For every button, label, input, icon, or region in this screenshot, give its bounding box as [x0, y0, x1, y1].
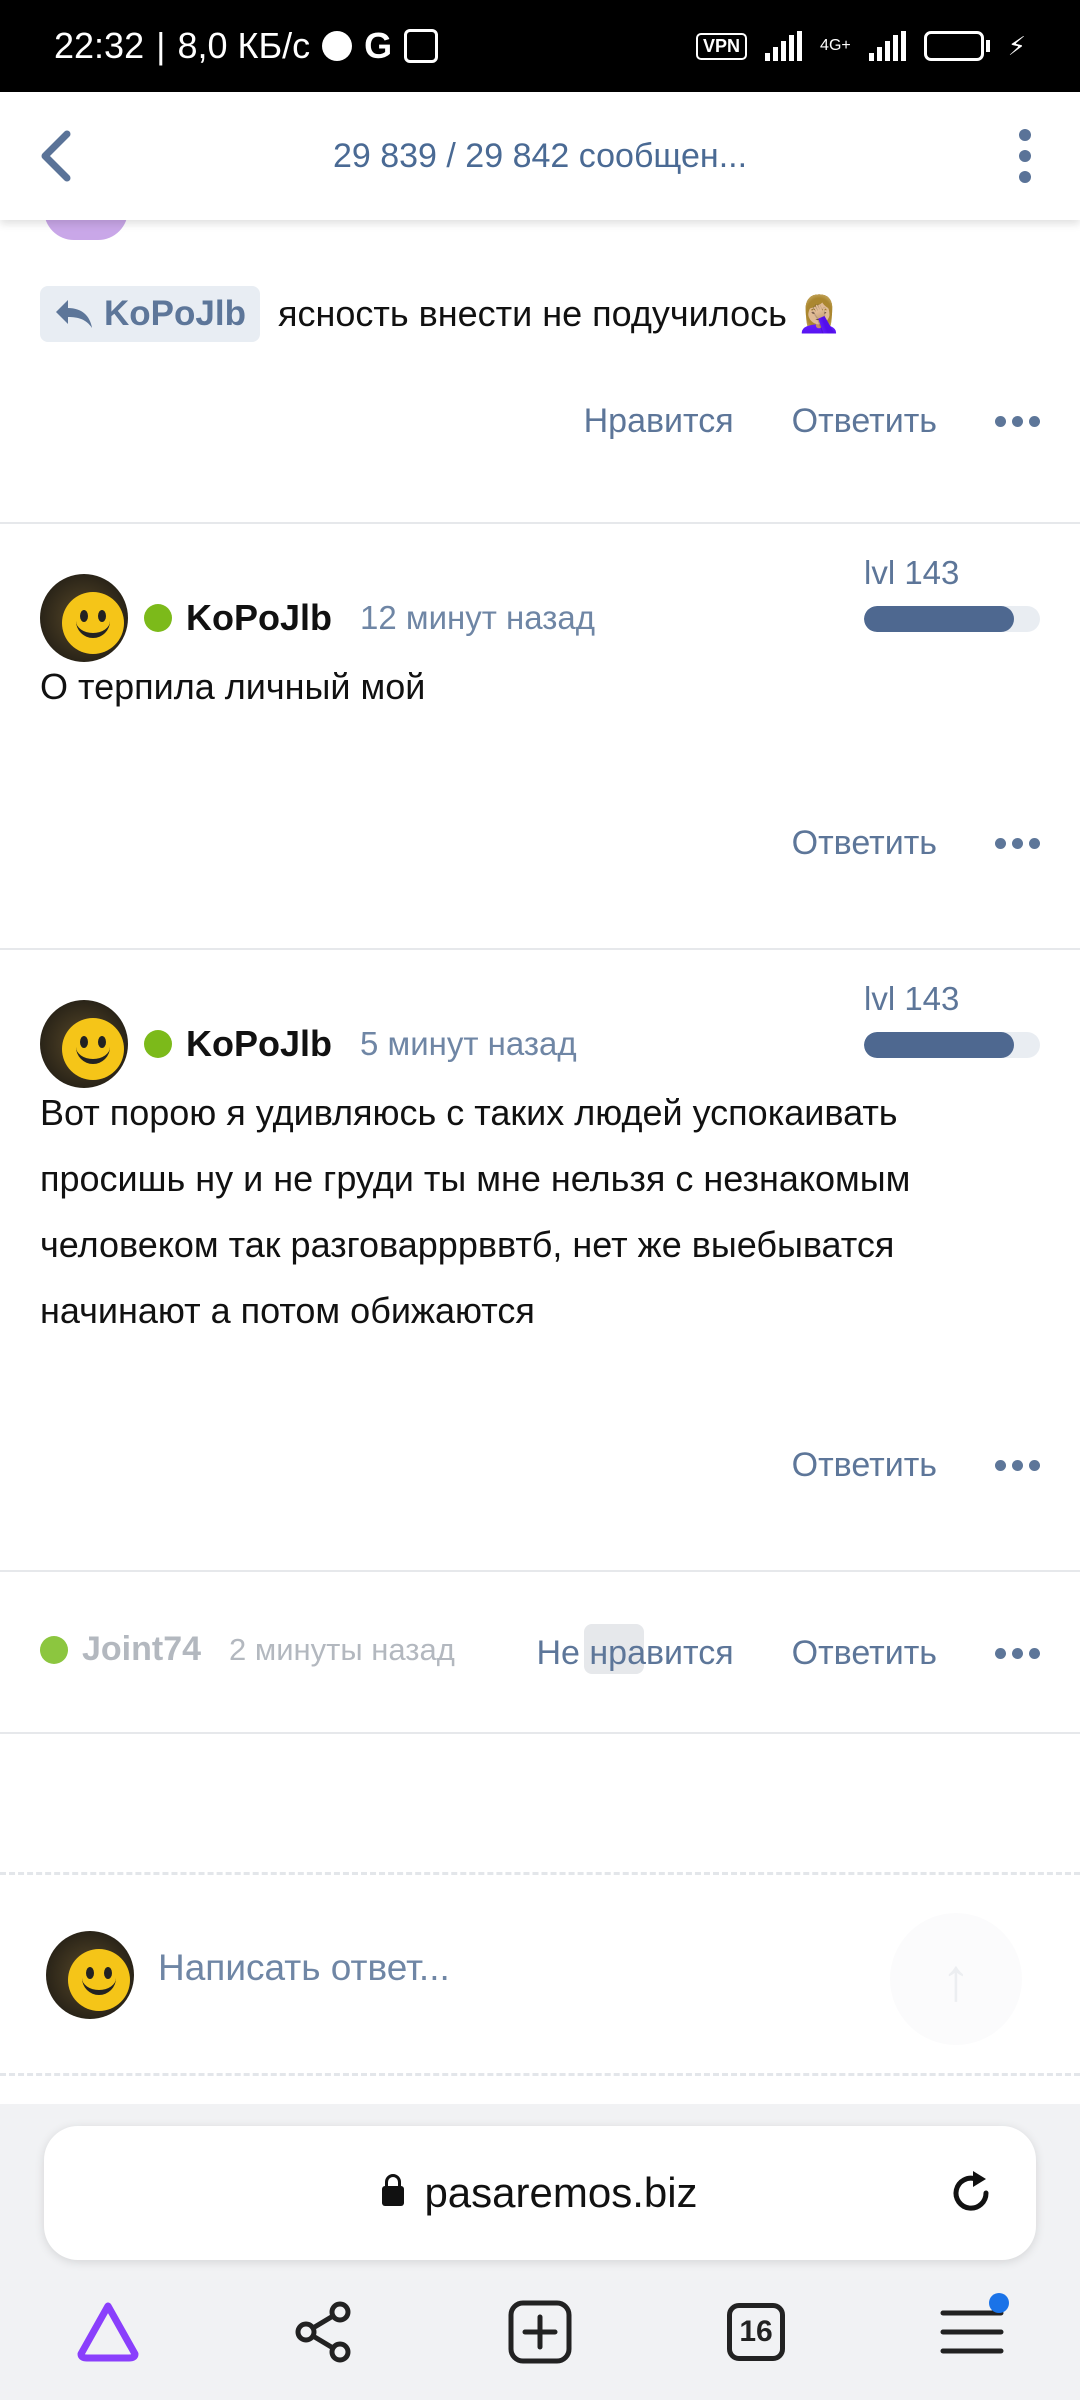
timestamp: 5 минут назад [360, 1025, 577, 1062]
notification-badge [989, 2293, 1009, 2313]
online-indicator-icon [144, 604, 172, 632]
avatar [46, 1931, 134, 2019]
avatar[interactable] [40, 574, 128, 662]
tabs-button[interactable]: 16 [711, 2287, 801, 2377]
level-progress-bar [864, 606, 1040, 632]
share-button[interactable] [279, 2287, 369, 2377]
share-icon [295, 2301, 351, 2363]
browser-toolbar: 16 [0, 2264, 1080, 2400]
reload-icon [953, 2171, 989, 2211]
more-options-icon[interactable] [995, 1460, 1040, 1471]
comment-item: KoPoJlb 5 минут назад lvl 143 Вот порою … [0, 950, 1080, 1572]
lock-icon [382, 2174, 405, 2206]
dislike-button[interactable]: Не нравится [536, 1624, 734, 1674]
status-bar: 22:32 | 8,0 КБ/с G VPN 4G+ 36 ⚡ [0, 0, 1080, 92]
new-tab-button[interactable] [495, 2287, 585, 2377]
battery-icon: 36 [923, 31, 990, 61]
reply-button[interactable]: Ответить [792, 1634, 937, 1673]
signal-icon [765, 31, 803, 61]
network-speed: 8,0 КБ/с [177, 25, 311, 66]
app-notification-icon [404, 29, 439, 63]
like-button[interactable]: Нравится [584, 402, 734, 441]
quoted-user-chip[interactable]: KoPoJlb [40, 286, 260, 342]
online-indicator-icon [40, 1635, 68, 1664]
reply-button[interactable]: Ответить [792, 1446, 937, 1485]
back-arrow-icon [41, 130, 71, 182]
reply-input[interactable]: Написать ответ... [158, 1947, 450, 1989]
clock: 22:32 [54, 25, 145, 66]
username[interactable]: KoPoJlb [186, 597, 332, 639]
arrow-up-icon: ↑ [941, 1945, 971, 2013]
comment-text: ясность внести не подучилось 🤦🏼‍♀️ [277, 293, 842, 334]
comment-item: KoPoJlb 12 минут назад lvl 143 О терпила… [0, 524, 1080, 950]
avatar[interactable] [40, 1000, 128, 1088]
address-bar[interactable]: pasaremos.biz [44, 2126, 1036, 2260]
back-button[interactable] [0, 92, 110, 220]
network-type: 4G+ [820, 37, 851, 54]
google-icon: G [364, 25, 393, 66]
timestamp: 2 минуты назад [229, 1631, 455, 1667]
topic-header: 29 839 / 29 842 сообщен... [0, 92, 1080, 220]
vpn-icon: VPN [696, 32, 748, 60]
plus-square-icon [508, 2300, 572, 2364]
url-text: pasaremos.biz [424, 2169, 698, 2216]
reply-button[interactable]: Ответить [792, 402, 937, 441]
level-indicator: lvl 143 [864, 554, 1040, 632]
tab-count: 16 [727, 2303, 785, 2361]
battery-level: 36 [943, 36, 964, 56]
reply-arrow-icon [56, 300, 92, 328]
comment-item: KoPoJlb ясность внести не подучилось 🤦🏼‍… [0, 220, 1080, 524]
page-title: 29 839 / 29 842 сообщен... [332, 136, 748, 175]
level-indicator: lvl 143 [864, 980, 1040, 1058]
more-options-icon[interactable] [995, 416, 1040, 427]
hamburger-menu-icon [940, 2310, 1004, 2354]
browser-menu-button[interactable] [927, 2287, 1017, 2377]
username[interactable]: KoPoJlb [186, 1023, 332, 1065]
online-indicator-icon [144, 1030, 172, 1058]
reply-composer: Написать ответ... ↑ [0, 1872, 1080, 2076]
menu-button[interactable] [970, 92, 1080, 220]
reload-button[interactable] [946, 2168, 996, 2223]
username[interactable]: Joint74 [82, 1630, 201, 1669]
notification-dot-icon [322, 31, 353, 61]
level-label: lvl 143 [864, 554, 960, 591]
level-progress-bar [864, 1032, 1040, 1058]
comment-text: Вот порою я удивляюсь с таких людей успо… [40, 1092, 911, 1331]
browser-bottom-bar: pasaremos.biz 16 [0, 2104, 1080, 2400]
alice-icon [77, 2302, 139, 2362]
quoted-username: KoPoJlb [104, 294, 246, 333]
alice-button[interactable] [63, 2287, 153, 2377]
more-options-icon[interactable] [995, 838, 1040, 849]
more-options-icon[interactable] [995, 1648, 1040, 1659]
comment-text: О терпила личный мой [40, 666, 426, 707]
timestamp: 12 минут назад [360, 599, 595, 636]
charging-icon: ⚡ [1007, 30, 1026, 61]
level-label: lvl 143 [864, 980, 960, 1017]
dislike-label: Не нравится [536, 1634, 734, 1672]
comment-item-collapsed: Joint74 2 минуты назад Не нравится Ответ… [0, 1572, 1080, 1734]
scroll-to-top-button[interactable]: ↑ [890, 1913, 1022, 2045]
reply-button[interactable]: Ответить [792, 824, 937, 863]
signal-icon-2 [868, 31, 906, 61]
